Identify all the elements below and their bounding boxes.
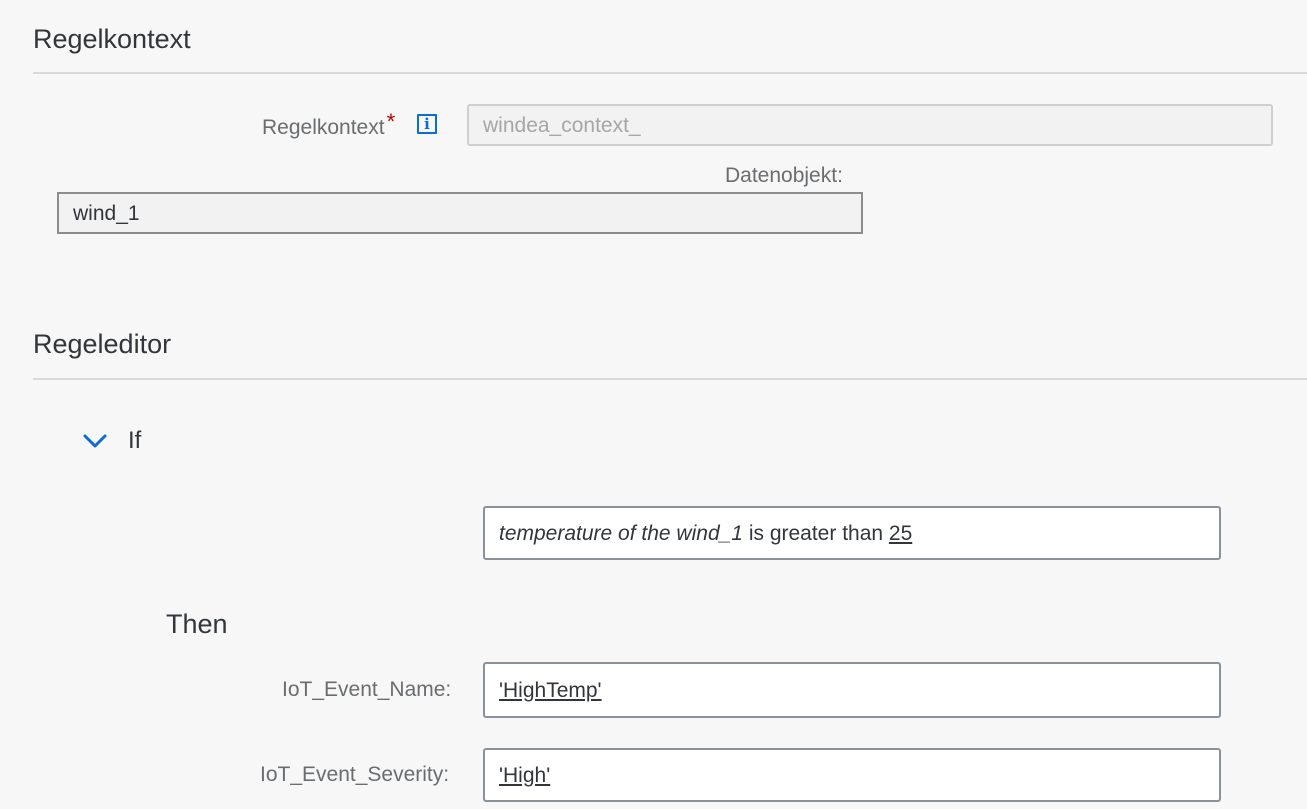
iot-event-name-label: IoT_Event_Name: bbox=[282, 678, 452, 701]
data-object-label: Datenobjekt: bbox=[725, 164, 843, 187]
section-title-rule-editor: Regeleditor bbox=[33, 329, 172, 359]
rule-page: Regelkontext Regelkontext* i windea_cont… bbox=[0, 0, 1307, 809]
rule-context-label: Regelkontext* bbox=[262, 111, 395, 139]
rule-context-label-text: Regelkontext bbox=[262, 116, 385, 139]
rule-context-placeholder: windea_context_ bbox=[483, 113, 641, 137]
iot-event-severity-field[interactable]: 'High' bbox=[483, 748, 1221, 802]
condition-subject: temperature of the wind_1 bbox=[499, 521, 743, 545]
condition-operator: is greater than bbox=[742, 521, 889, 545]
required-indicator: * bbox=[386, 109, 396, 134]
section-title-rule-context: Regelkontext bbox=[33, 24, 191, 54]
condition-expression-field[interactable]: temperature of the wind_1 is greater tha… bbox=[483, 506, 1221, 560]
section-divider bbox=[33, 72, 1307, 74]
chevron-down-icon[interactable] bbox=[82, 428, 108, 454]
data-object-value: wind_1 bbox=[73, 201, 140, 225]
rule-context-input[interactable]: windea_context_ bbox=[467, 104, 1273, 146]
iot-event-severity-value[interactable]: 'High' bbox=[499, 765, 550, 786]
iot-event-severity-label: IoT_Event_Severity: bbox=[260, 763, 450, 786]
iot-event-name-field[interactable]: 'HighTemp' bbox=[483, 662, 1221, 718]
then-label: Then bbox=[166, 609, 228, 639]
iot-event-name-value[interactable]: 'HighTemp' bbox=[499, 680, 602, 701]
data-object-field[interactable]: wind_1 bbox=[57, 192, 863, 234]
condition-value[interactable]: 25 bbox=[889, 523, 912, 544]
info-icon[interactable]: i bbox=[417, 114, 437, 134]
section-divider bbox=[33, 378, 1307, 380]
if-label: If bbox=[128, 427, 142, 454]
